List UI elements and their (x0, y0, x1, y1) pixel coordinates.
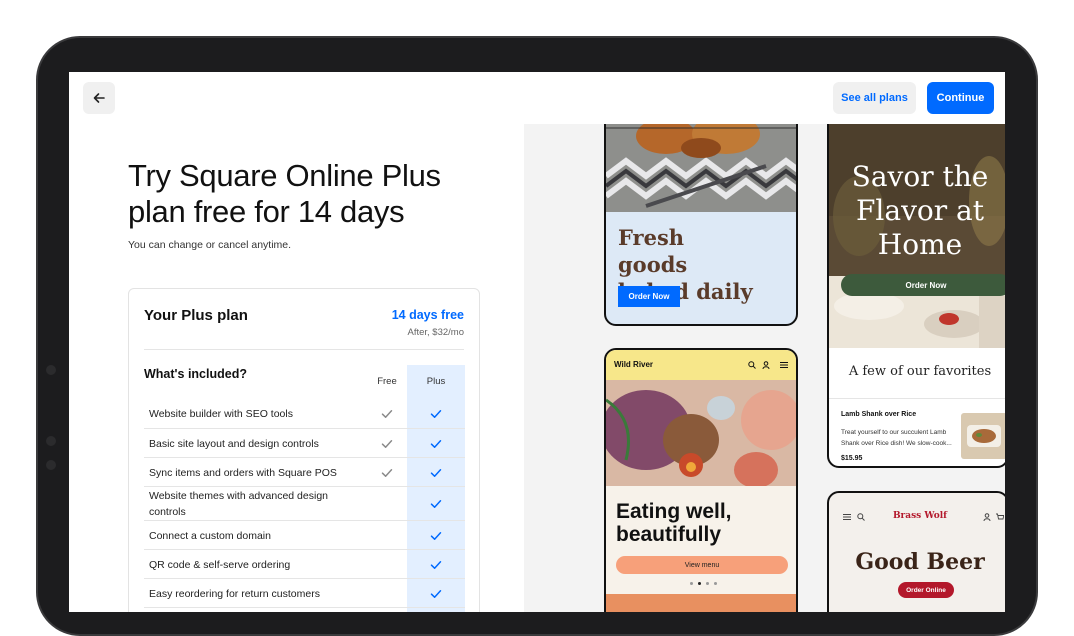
preview-bakery: Fresh goods baked daily Order Now (604, 124, 798, 326)
food-photo-bakery (606, 124, 796, 212)
feature-label: Connect a custom domain (149, 530, 271, 542)
feature-row: Connect a custom domain (144, 521, 465, 550)
brass-wolf-heading: Good Beer (855, 549, 985, 575)
menu-item-description: Treat yourself to our succulent Lamb Sha… (841, 429, 952, 447)
plan-panel: Try Square Online Plus plan free for 14 … (69, 124, 524, 612)
trial-label: 14 days free (391, 308, 464, 322)
savor-heading: Savor the Flavor at Home (851, 160, 989, 261)
device-camera (46, 365, 56, 375)
arrow-left-icon (93, 93, 105, 103)
wild-river-footer-photo (606, 594, 796, 612)
included-heading: What's included? (144, 367, 247, 381)
savor-order-button[interactable]: Order Now (841, 274, 1005, 296)
column-header-free: Free (377, 376, 397, 387)
feature-label: Easy reordering for return customers (149, 588, 320, 600)
price-after-trial: After, $32/mo (407, 327, 464, 338)
feature-label: QR code & self-serve ordering (149, 559, 291, 571)
food-photo-wild-river (606, 380, 796, 486)
feature-label: Website themes with advanced design cont… (149, 490, 328, 518)
check-icon-plus (430, 410, 442, 418)
see-all-plans-button[interactable]: See all plans (833, 82, 916, 114)
search-icon[interactable] (748, 361, 756, 369)
user-icon[interactable] (762, 361, 770, 369)
menu-item-name: Lamb Shank over Rice (841, 411, 917, 418)
feature-row: Easy reordering for return customers (144, 579, 465, 608)
carousel-dot[interactable] (713, 582, 717, 585)
feature-row: QR code & self-serve ordering (144, 550, 465, 579)
feature-label: Website builder with SEO tools (149, 408, 293, 420)
plan-title: Your Plus plan (144, 307, 248, 324)
top-bar: See all plans Continue (69, 72, 1005, 124)
wild-river-header: Wild River (606, 350, 796, 380)
preview-brass-wolf: Brass Wolf Good Beer Order Online (827, 491, 1005, 612)
carousel-dot[interactable] (689, 582, 693, 585)
brass-wolf-brand: Brass Wolf (892, 511, 948, 521)
cart-icon[interactable] (996, 513, 1004, 521)
menu-item-price: $15.95 (841, 455, 863, 462)
check-icon-plus (430, 468, 442, 477)
check-icon-plus (430, 439, 442, 448)
divider (144, 349, 464, 350)
page-title: Try Square Online Plus plan free for 14 … (128, 158, 441, 229)
favorites-heading: A few of our favorites (848, 364, 992, 379)
feature-row: Basic site layout and design controls (144, 429, 465, 458)
check-icon-plus (430, 531, 442, 540)
device-sensor (46, 460, 56, 470)
feature-row: Website themes with advanced design cont… (144, 487, 465, 521)
column-header-plus: Plus (426, 376, 446, 387)
carousel-dots (606, 582, 796, 585)
back-button[interactable] (83, 82, 115, 114)
check-icon-plus (430, 560, 442, 569)
menu-icon[interactable] (780, 361, 788, 369)
bakery-order-button[interactable]: Order Now (618, 286, 680, 307)
lamb-dish-photo (961, 413, 1005, 459)
device-sensor (46, 436, 56, 446)
plan-card: Your Plus plan 14 days free After, $32/m… (128, 288, 480, 612)
screen: See all plans Continue Try Square Online… (69, 72, 1005, 612)
preview-wild-river: Wild River Eating well, beautifully View… (604, 348, 798, 612)
savor-hero: Savor the Flavor at Home Order Now (829, 124, 1005, 348)
feature-label: Sync items and orders with Square POS (149, 467, 337, 479)
page-subtitle: You can change or cancel anytime. (128, 239, 292, 251)
wild-river-menu-button[interactable]: View menu (616, 556, 788, 574)
check-icon-free (381, 439, 393, 448)
carousel-dot[interactable] (705, 582, 709, 585)
carousel-dot-active[interactable] (697, 582, 701, 585)
check-icon-plus (430, 589, 442, 598)
template-previews: Fresh goods baked daily Order Now Savor … (524, 124, 1005, 612)
menu-item-card[interactable]: Lamb Shank over Rice Treat yourself to o… (829, 398, 1005, 466)
continue-button[interactable]: Continue (927, 82, 994, 114)
feature-label: Basic site layout and design controls (149, 438, 319, 450)
user-icon[interactable] (983, 513, 991, 521)
feature-row: Website builder with SEO tools (144, 399, 465, 429)
check-icon-plus (430, 500, 442, 508)
check-icon-free (381, 410, 393, 418)
brass-wolf-order-button[interactable]: Order Online (898, 582, 954, 598)
preview-savor: Savor the Flavor at Home Order Now A few… (827, 124, 1005, 468)
wild-river-heading: Eating well, beautifully (616, 500, 732, 546)
wild-river-brand: Wild River (614, 360, 654, 369)
check-icon-free (381, 468, 393, 477)
feature-row: Sync items and orders with Square POS (144, 458, 465, 487)
